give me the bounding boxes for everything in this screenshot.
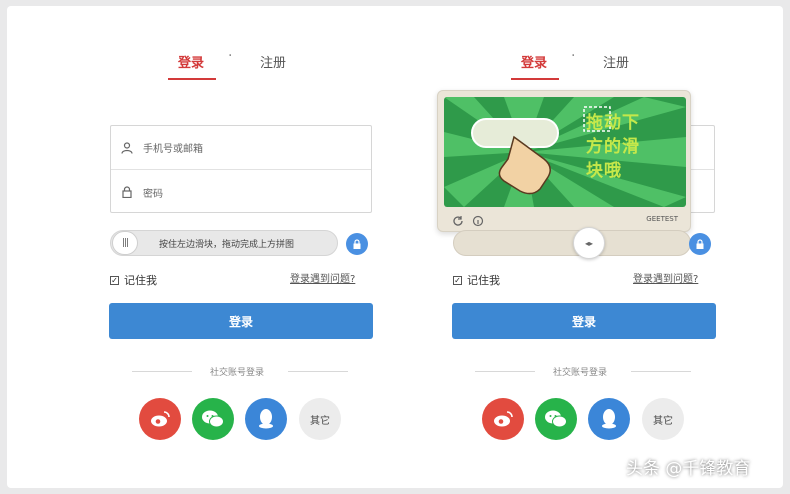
other-login-button[interactable]: 其它 — [299, 398, 341, 440]
tab-login[interactable]: 登录 — [521, 52, 547, 71]
qq-icon — [602, 409, 616, 429]
divider-right — [631, 371, 691, 372]
weibo-button[interactable] — [139, 398, 181, 440]
tab-register[interactable]: 注册 — [260, 52, 286, 71]
tab-active-underline — [511, 78, 559, 80]
remember-label: 记住我 — [467, 274, 500, 287]
verify-lock-button[interactable] — [689, 233, 711, 255]
tab-active-underline — [168, 78, 216, 80]
login-button[interactable]: 登录 — [109, 303, 373, 339]
login-panel-right: 登录 · 注册 拖动下 方的滑 块哦 GEETEST ◂▸ ✓ 记住我 登录遇到… — [437, 6, 745, 488]
tab-bar: 登录 · 注册 — [505, 48, 705, 84]
lock-icon — [122, 186, 132, 198]
qq-button[interactable] — [588, 398, 630, 440]
slide-verify-track[interactable]: ||| 按住左边滑块，拖动完成上方拼图 — [110, 230, 338, 256]
weibo-button[interactable] — [482, 398, 524, 440]
slide-verify-knob[interactable]: ||| — [112, 231, 138, 255]
account-placeholder: 手机号或邮箱 — [143, 144, 203, 155]
remember-me[interactable]: ✓ 记住我 — [453, 272, 500, 288]
lock-icon — [696, 239, 704, 249]
password-field[interactable]: 密码 — [111, 170, 371, 214]
tab-separator: · — [571, 48, 576, 64]
wechat-icon — [545, 410, 567, 428]
divider-left — [132, 371, 192, 372]
captcha-sunburst-image — [444, 97, 686, 207]
tab-register[interactable]: 注册 — [603, 52, 629, 71]
watermark: 头条 @千锋教育 — [626, 459, 751, 479]
social-login-label: 社交账号登录 — [210, 368, 265, 378]
wechat-button[interactable] — [535, 398, 577, 440]
qq-button[interactable] — [245, 398, 287, 440]
info-icon[interactable] — [472, 215, 484, 227]
credentials-box: 手机号或邮箱 密码 — [110, 125, 372, 213]
screenshot-frame: 登录 · 注册 手机号或邮箱 密码 ||| 按住左边滑块，拖动完成上方拼图 ✓ … — [7, 6, 783, 488]
remember-checkbox[interactable]: ✓ — [110, 275, 119, 285]
forgot-link[interactable]: 登录遇到问题? — [633, 270, 698, 285]
account-field[interactable]: 手机号或邮箱 — [111, 126, 371, 170]
lock-icon — [353, 239, 361, 249]
captcha-hint: 拖动下 方的滑 块哦 — [586, 113, 640, 181]
captcha-slider-knob[interactable]: ◂▸ — [573, 227, 605, 259]
password-placeholder: 密码 — [143, 188, 163, 200]
login-button[interactable]: 登录 — [452, 303, 716, 339]
captcha-popup: 拖动下 方的滑 块哦 GEETEST — [437, 90, 691, 232]
user-icon — [121, 141, 133, 154]
forgot-link[interactable]: 登录遇到问题? — [290, 270, 355, 285]
wechat-icon — [202, 410, 224, 428]
divider-left — [475, 371, 535, 372]
slide-verify-hint: 按住左边滑块，拖动完成上方拼图 — [159, 240, 295, 250]
verify-lock-button[interactable] — [346, 233, 368, 255]
login-panel-left: 登录 · 注册 手机号或邮箱 密码 ||| 按住左边滑块，拖动完成上方拼图 ✓ … — [102, 6, 402, 488]
captcha-slider-track[interactable] — [453, 230, 691, 256]
tab-bar: 登录 · 注册 — [162, 48, 362, 84]
divider-right — [288, 371, 348, 372]
weibo-icon — [494, 411, 513, 427]
tab-separator: · — [228, 48, 233, 64]
other-login-button[interactable]: 其它 — [642, 398, 684, 440]
captcha-image: 拖动下 方的滑 块哦 — [444, 97, 686, 207]
captcha-brand: GEETEST — [646, 215, 678, 223]
refresh-icon[interactable] — [452, 215, 464, 227]
social-login-label: 社交账号登录 — [553, 368, 608, 378]
remember-me[interactable]: ✓ 记住我 — [110, 272, 157, 288]
qq-icon — [259, 409, 273, 429]
wechat-button[interactable] — [192, 398, 234, 440]
weibo-icon — [151, 411, 170, 427]
remember-checkbox[interactable]: ✓ — [453, 275, 462, 285]
remember-label: 记住我 — [124, 274, 157, 287]
tab-login[interactable]: 登录 — [178, 52, 204, 71]
